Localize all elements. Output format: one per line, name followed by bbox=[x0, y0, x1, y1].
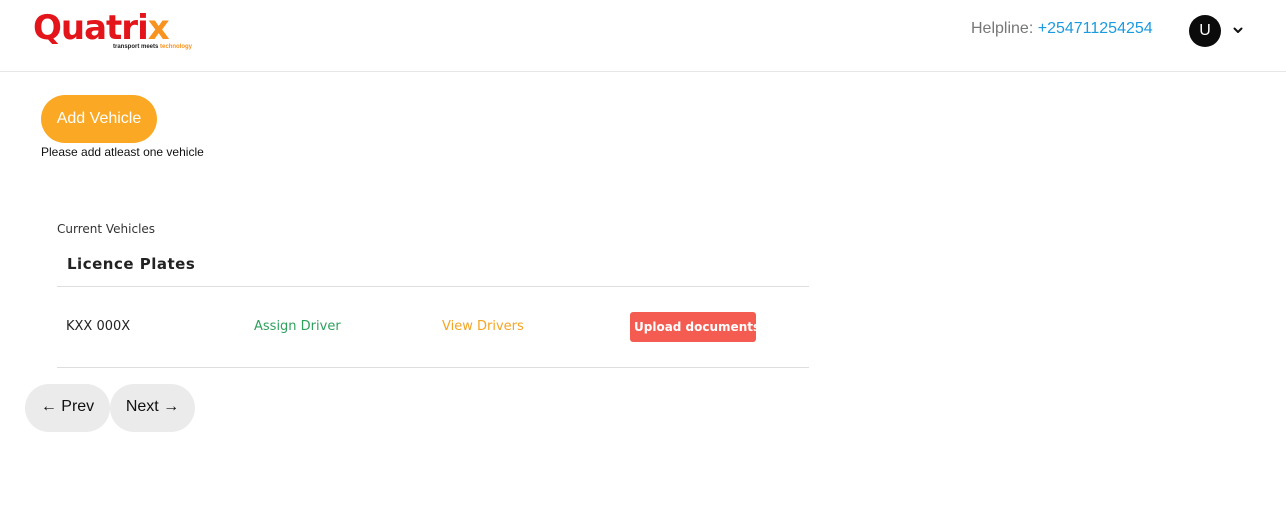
quatrix-logo[interactable]: Quatrix transport meets technology bbox=[33, 8, 193, 54]
chevron-down-icon[interactable] bbox=[1232, 24, 1244, 36]
top-header: Quatrix transport meets technology Helpl… bbox=[0, 0, 1286, 72]
current-vehicles-label: Current Vehicles bbox=[57, 222, 156, 236]
view-drivers-link[interactable]: View Drivers bbox=[442, 287, 524, 367]
vehicles-table: Licence Plates KXX 000X Assign Driver Vi… bbox=[57, 244, 809, 368]
helpline-label: Helpline: bbox=[971, 20, 1034, 37]
add-vehicle-button[interactable]: Add Vehicle bbox=[41, 95, 157, 143]
upload-documents-button[interactable]: Upload documents bbox=[630, 312, 760, 342]
licence-plate-cell: KXX 000X bbox=[66, 319, 131, 334]
logo-tagline: transport meets technology bbox=[113, 44, 192, 51]
table-row: KXX 000X Assign Driver View Drivers Uplo… bbox=[57, 287, 809, 368]
logo-word-main: Quatri bbox=[33, 8, 149, 48]
logo-tagline-highlight: technology bbox=[160, 44, 193, 50]
add-vehicle-hint: Please add atleast one vehicle bbox=[41, 145, 204, 159]
table-header-licence-plates: Licence Plates bbox=[57, 244, 809, 287]
helpline-number-link[interactable]: +254711254254 bbox=[1038, 20, 1153, 37]
logo-word-x: x bbox=[147, 8, 170, 48]
helpline: Helpline: +254711254254 bbox=[971, 20, 1153, 38]
logo-tagline-main: transport meets bbox=[113, 44, 161, 50]
assign-driver-link[interactable]: Assign Driver bbox=[254, 287, 341, 367]
user-avatar[interactable]: U bbox=[1189, 15, 1221, 47]
logo-wordmark: Quatrix bbox=[33, 8, 170, 48]
next-page-button[interactable]: Next → bbox=[110, 384, 195, 432]
prev-page-button[interactable]: ← Prev bbox=[25, 384, 110, 432]
